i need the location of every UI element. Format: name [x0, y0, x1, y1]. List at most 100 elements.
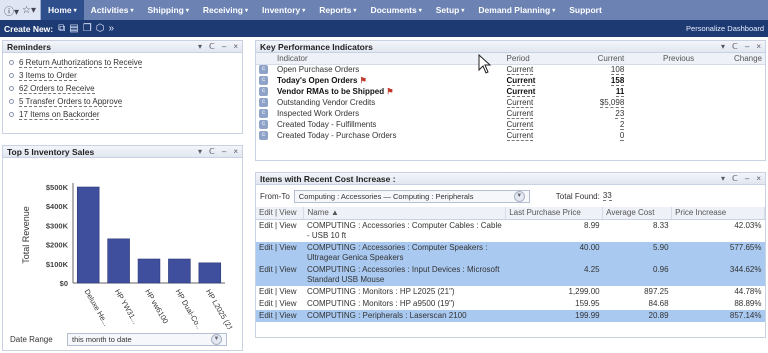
kpi-current-value[interactable]: 158	[610, 76, 625, 86]
edit-link[interactable]: Edit	[259, 311, 273, 320]
view-link[interactable]: View	[279, 243, 296, 252]
kpi-period[interactable]: Current	[504, 130, 564, 141]
collapse-icon[interactable]: ▾	[198, 42, 202, 51]
chevron-down-icon[interactable]: ▼	[211, 333, 222, 345]
kpi-period[interactable]: Current	[504, 64, 564, 76]
tab-setup[interactable]: Setup ▾	[429, 0, 472, 20]
reminder-link[interactable]: 62 Orders to Receive	[19, 84, 95, 94]
kpi-period-value[interactable]: Current	[506, 120, 534, 130]
from-to-select[interactable]: Computing : Accessories — Computing : Pe…	[293, 189, 530, 203]
view-link[interactable]: View	[279, 221, 296, 230]
reminder-link[interactable]: 17 Items on Backorder	[19, 110, 100, 120]
reminder-link[interactable]: 6 Return Authorizations to Receive	[19, 58, 143, 68]
info-icon[interactable]: ⓘ▾	[4, 3, 19, 18]
tab-documents[interactable]: Documents ▾	[363, 0, 428, 20]
tab-reports[interactable]: Reports ▾	[312, 0, 363, 20]
reminder-link[interactable]: 5 Transfer Orders to Approve	[19, 97, 123, 107]
reminder-item[interactable]: 3 Items to Order	[9, 69, 236, 82]
minimize-icon[interactable]: –	[745, 42, 749, 51]
kpi-col-indicator[interactable]: Indicator	[273, 53, 504, 65]
chevron-down-icon[interactable]: ▼	[513, 190, 525, 202]
cost-col-name[interactable]: Name ▲	[303, 207, 507, 220]
refresh-icon[interactable]: ᑕ	[732, 42, 738, 51]
cost-col-last-price[interactable]: Last Purchase Price	[505, 207, 604, 220]
kpi-current[interactable]: 158	[563, 75, 627, 86]
chart-icon[interactable]: c	[259, 87, 268, 97]
kpi-current-value[interactable]: 108	[610, 65, 625, 76]
edit-link[interactable]: Edit	[259, 299, 273, 308]
reminder-item[interactable]: 17 Items on Backorder	[9, 108, 236, 121]
kpi-period[interactable]: Current	[504, 119, 564, 130]
kpi-col-previous[interactable]: Previous	[627, 53, 698, 65]
kpi-period[interactable]: Current	[504, 86, 564, 97]
new-item-icon[interactable]: ⬡	[96, 23, 105, 34]
tab-support[interactable]: Support	[562, 0, 609, 20]
kpi-period-value[interactable]: Current	[506, 109, 534, 119]
kpi-current[interactable]: $5,098	[563, 97, 627, 108]
reminder-item[interactable]: 6 Return Authorizations to Receive	[9, 56, 236, 69]
tab-inventory[interactable]: Inventory ▾	[255, 0, 312, 20]
personalize-dashboard-link[interactable]: Personalize Dashboard	[686, 24, 764, 33]
chart-icon[interactable]: c	[259, 98, 268, 108]
new-copy-icon[interactable]: ❐	[83, 23, 92, 34]
kpi-current[interactable]: 2	[563, 119, 627, 130]
kpi-period-value[interactable]: Current	[506, 76, 536, 86]
collapse-icon[interactable]: ▾	[721, 174, 725, 183]
reminder-link[interactable]: 3 Items to Order	[19, 71, 77, 81]
close-icon[interactable]: ×	[756, 42, 761, 51]
close-icon[interactable]: ×	[756, 174, 761, 183]
refresh-icon[interactable]: ᑕ	[732, 174, 738, 183]
tab-demand-planning[interactable]: Demand Planning ▾	[471, 0, 562, 20]
close-icon[interactable]: ×	[233, 42, 238, 51]
tab-receiving[interactable]: Receiving ▾	[196, 0, 255, 20]
chart-icon[interactable]: c	[259, 131, 268, 141]
refresh-icon[interactable]: ᑕ	[209, 147, 215, 156]
cost-col-price-increase[interactable]: Price Increase	[671, 207, 765, 220]
tab-activities[interactable]: Activities ▾	[84, 0, 141, 20]
kpi-col-current[interactable]: Current	[563, 53, 628, 65]
kpi-period-value[interactable]: Current	[506, 131, 534, 141]
kpi-current-value[interactable]: 23	[615, 109, 625, 119]
chart-icon[interactable]: c	[259, 120, 268, 130]
view-link[interactable]: View	[279, 287, 296, 296]
view-link[interactable]: View	[279, 299, 296, 308]
star-icon[interactable]: ☆▾	[22, 5, 36, 16]
edit-link[interactable]: Edit	[259, 221, 273, 230]
kpi-period[interactable]: Current	[504, 97, 564, 108]
kpi-current-value[interactable]: 2	[619, 120, 625, 130]
chart-icon[interactable]: c	[259, 109, 268, 119]
edit-link[interactable]: Edit	[259, 287, 273, 296]
kpi-current[interactable]: 23	[563, 108, 627, 119]
minimize-icon[interactable]: –	[745, 174, 749, 183]
date-range-select[interactable]: this month to date ▼	[67, 332, 227, 346]
view-link[interactable]: View	[279, 265, 296, 274]
kpi-period[interactable]: Current	[504, 108, 564, 119]
kpi-col-period[interactable]: Period	[503, 53, 564, 65]
tab-home[interactable]: Home ▾	[41, 0, 84, 20]
collapse-icon[interactable]: ▾	[721, 42, 725, 51]
kpi-current-value[interactable]: 0	[619, 131, 625, 141]
tab-shipping[interactable]: Shipping ▾	[140, 0, 195, 20]
chart-icon[interactable]: c	[259, 65, 268, 75]
kpi-period-value[interactable]: Current	[506, 87, 536, 97]
kpi-current[interactable]: 11	[563, 86, 627, 97]
kpi-period[interactable]: Current	[504, 75, 564, 86]
kpi-period-value[interactable]: Current	[506, 65, 534, 76]
new-document-icon[interactable]: ▤	[69, 23, 78, 34]
kpi-current[interactable]: 0	[563, 130, 627, 141]
close-icon[interactable]: ×	[233, 147, 238, 156]
view-link[interactable]: View	[279, 311, 296, 320]
total-found-count[interactable]: 33	[602, 191, 612, 201]
minimize-icon[interactable]: –	[222, 147, 226, 156]
kpi-current-value[interactable]: 11	[615, 87, 625, 97]
refresh-icon[interactable]: ᑕ	[209, 42, 215, 51]
collapse-icon[interactable]: ▾	[198, 147, 202, 156]
minimize-icon[interactable]: –	[222, 42, 226, 51]
kpi-period-value[interactable]: Current	[506, 98, 534, 108]
edit-link[interactable]: Edit	[259, 265, 273, 274]
kpi-col-change[interactable]: Change	[697, 53, 765, 65]
chart-icon[interactable]: c	[259, 76, 268, 86]
reminder-item[interactable]: 62 Orders to Receive	[9, 82, 236, 95]
cost-col-avg-cost[interactable]: Average Cost	[602, 207, 673, 220]
edit-link[interactable]: Edit	[259, 243, 273, 252]
